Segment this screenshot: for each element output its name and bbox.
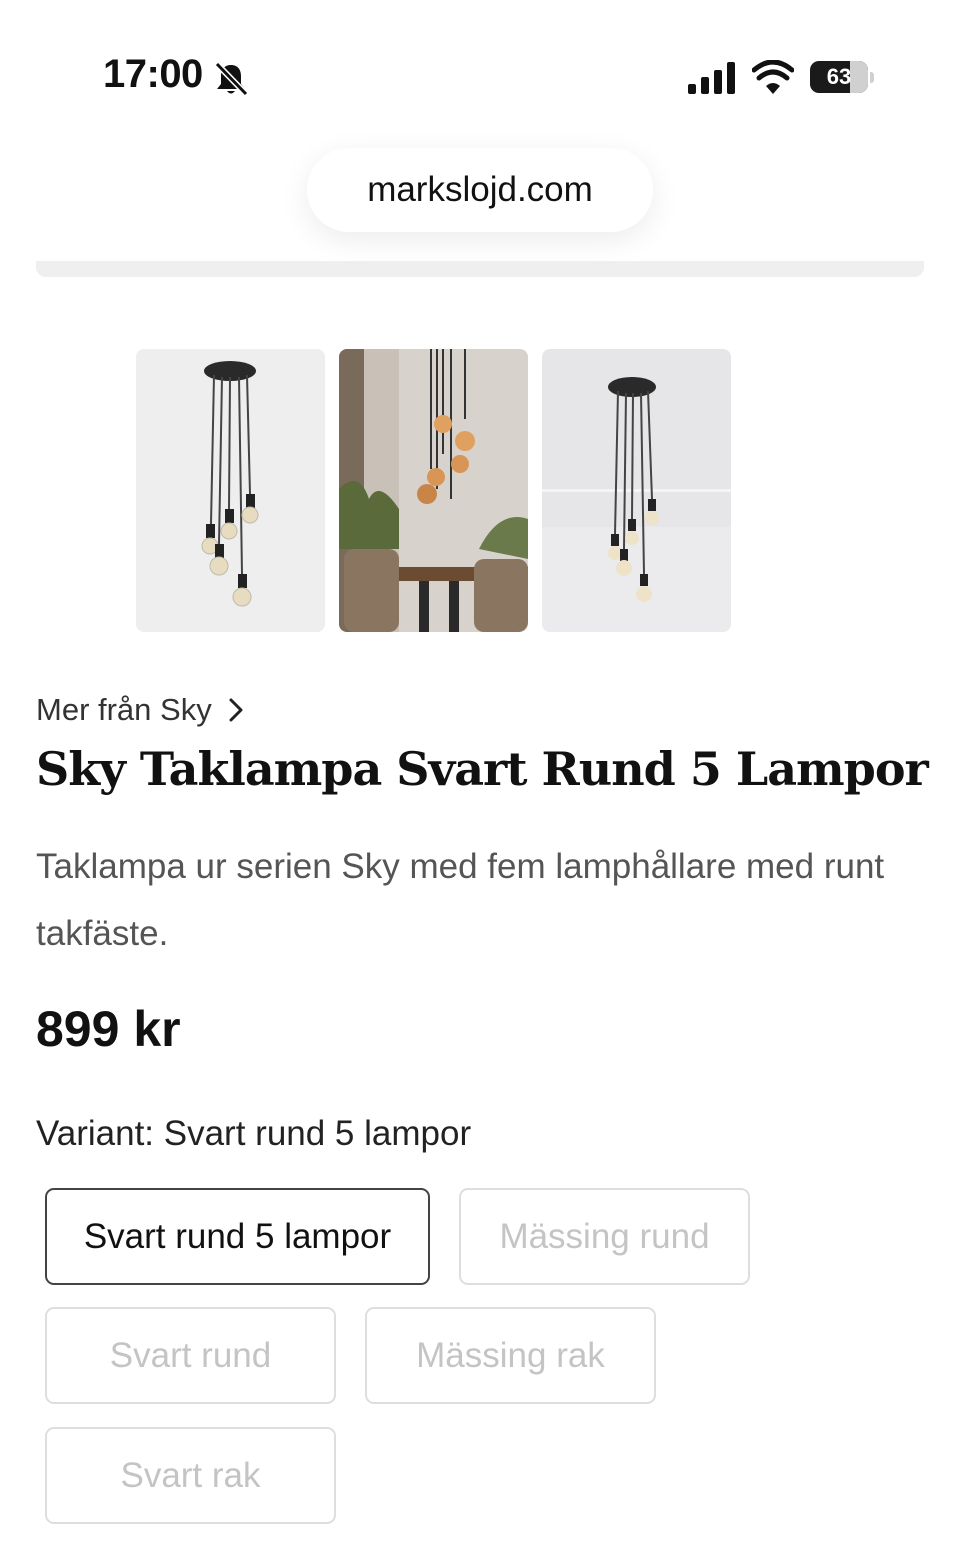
variant-option-svart-rund[interactable]: Svart rund — [45, 1307, 336, 1404]
more-from-brand-link[interactable]: Mer från Sky — [36, 692, 246, 728]
wifi-icon — [752, 60, 794, 94]
battery-icon: 63 — [810, 61, 876, 95]
product-price: 899 kr — [36, 1001, 181, 1057]
variant-option-massing-rund[interactable]: Mässing rund — [459, 1188, 750, 1285]
lamp-dining-room-image — [339, 349, 528, 632]
variant-option-svart-rak[interactable]: Svart rak — [45, 1427, 336, 1524]
lamp-light-wall-image — [542, 349, 731, 632]
product-image-thumbnail-3[interactable] — [542, 349, 731, 632]
product-image-thumbnail-1[interactable] — [136, 349, 325, 632]
status-time: 17:00 — [103, 52, 203, 96]
variant-option-svart-rund-5-lampor[interactable]: Svart rund 5 lampor — [45, 1188, 430, 1285]
product-description: Taklampa ur serien Sky med fem lamphålla… — [36, 847, 885, 953]
chevron-right-icon — [229, 698, 243, 722]
brand-link-label: Mer från Sky — [36, 692, 212, 727]
product-image-thumbnail-2[interactable] — [339, 349, 528, 632]
address-bar[interactable]: markslojd.com — [307, 148, 653, 232]
battery-level: 63 — [826, 64, 852, 89]
variant-option-massing-rak[interactable]: Mässing rak — [365, 1307, 656, 1404]
cellular-signal-icon — [688, 62, 735, 94]
status-bar: 17:00 63 — [0, 0, 960, 150]
lamp-white-background-image — [136, 349, 325, 632]
product-title: Sky Taklampa Svart Rund 5 Lampor — [36, 742, 929, 796]
page-header-strip — [36, 261, 924, 277]
variant-label: Variant: Svart rund 5 lampor — [36, 1114, 472, 1153]
bell-muted-icon — [214, 61, 249, 97]
